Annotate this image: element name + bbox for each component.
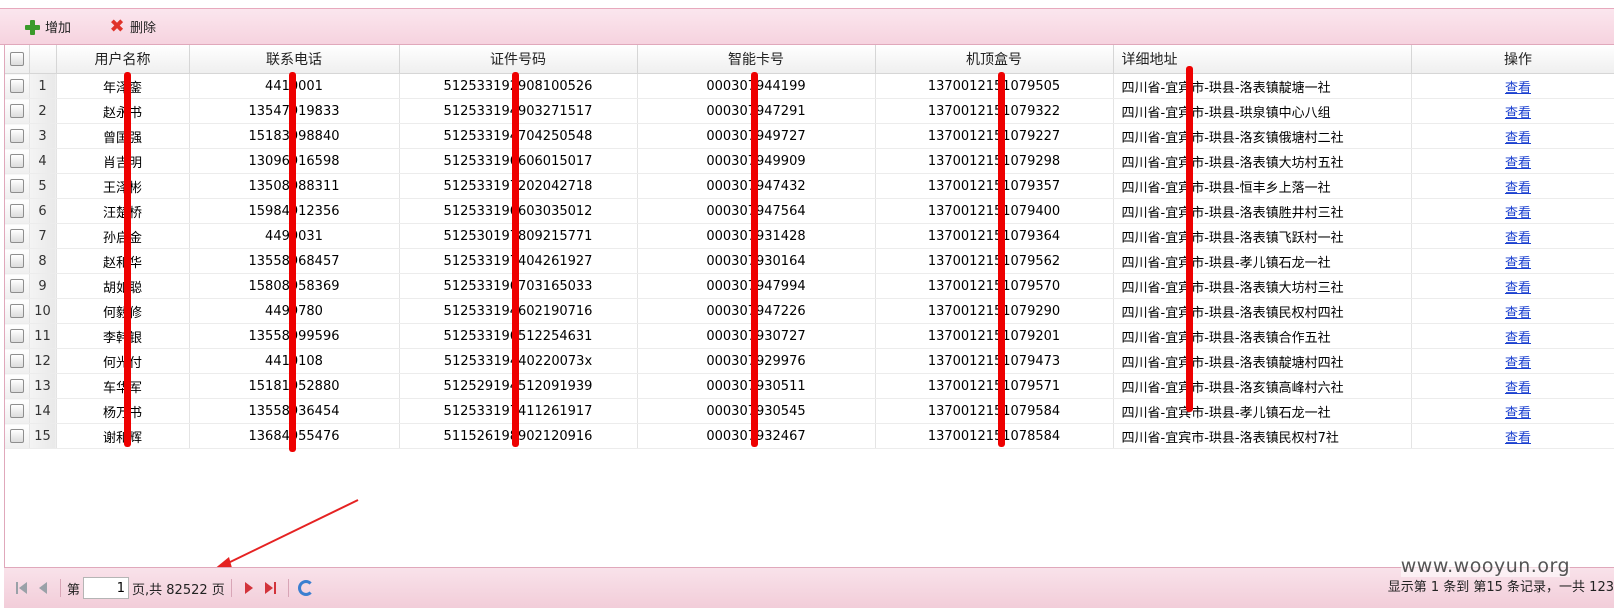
watermark-text: www.wooyun.org	[1400, 555, 1570, 577]
last-page-button[interactable]	[260, 577, 282, 599]
first-page-icon	[15, 582, 18, 594]
first-page-button[interactable]	[10, 577, 32, 599]
pager-separator	[60, 579, 61, 597]
pager-separator	[230, 579, 232, 597]
pagination-bar: 第 页,共 82522 页 显示第 1 条到 第15 条记录，一共 123	[4, 567, 1614, 608]
previous-page-icon	[39, 582, 47, 594]
next-page-button[interactable]	[238, 577, 260, 599]
pager-separator	[287, 579, 289, 597]
next-page-icon	[244, 582, 253, 594]
refresh-button[interactable]	[295, 577, 317, 599]
previous-page-button[interactable]	[32, 577, 54, 599]
page-total-label: 页,共 82522 页	[132, 582, 225, 598]
last-page-icon	[265, 582, 274, 594]
page-number-input[interactable]	[83, 577, 130, 599]
annotation-arrow	[213, 499, 359, 570]
page-prefix-label: 第	[67, 582, 81, 598]
refresh-icon	[297, 580, 314, 596]
